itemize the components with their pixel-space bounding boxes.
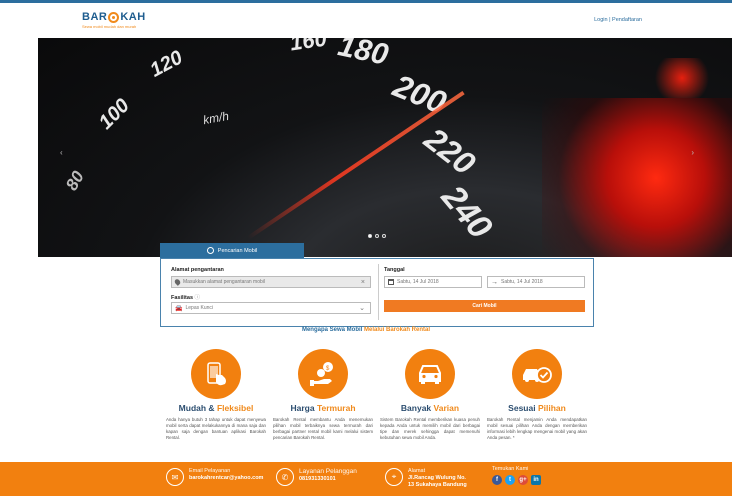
address-label: Alamat pengantaran [171,267,224,273]
mail-icon: ✉ [166,468,184,486]
phone-icon: ✆ [276,468,294,486]
phone-link[interactable]: 081931330101 [299,476,357,482]
feature-card: Banyak Varian Sistem Barokah Rental memb… [380,349,480,441]
google-plus-icon[interactable]: g+ [518,475,528,485]
facility-label: Fasilitas ⓘ [171,295,201,301]
hero-carousel: 80 100 120 160 180 200 220 240 km/h ‹ › [38,38,732,257]
chevron-down-icon: ⌄ [359,305,365,312]
car-front-icon [405,349,455,399]
dial-label: 160 [288,38,329,56]
feature-description: Sistem Barokah Rental memberikan kuasa p… [380,417,480,440]
date-from-input[interactable]: Sabtu, 14 Jul 2018 [384,276,482,288]
date-to-value: Sabtu, 14 Jul 2018 [501,279,543,285]
footer-phone: ✆ Layanan Pelanggan 081931330101 [276,468,357,486]
calendar-icon [388,279,394,285]
email-link[interactable]: barokahrentcar@yahoo.com [189,475,263,481]
feature-description: Barokah Rental menjamin Anda mendapatkan… [487,417,587,440]
dial-label: 100 [94,94,134,134]
car-icon: 🚘 [175,305,183,312]
twitter-icon[interactable]: t [505,475,515,485]
footer-social: Temukan Kami f t g+ in [492,466,541,485]
feature-card: Sesuai Pilihan Barokah Rental menjamin A… [487,349,587,441]
dial-label: 220 [417,120,483,182]
brand-name-right: KAH [120,11,146,23]
location-icon: ⌖ [385,468,403,486]
arrow-right-icon: → [491,278,498,286]
brand-logo[interactable]: BAR KAH Sewa mobil mudah dan murah [82,11,146,29]
feature-card: Mudah & Fleksibel Anda hanya butuh 3 tah… [166,349,266,441]
dial-label: 200 [388,67,452,121]
brand-name-left: BAR [82,11,108,23]
address-placeholder: Masukkan alamat pengantaran mobil [183,279,265,285]
steering-wheel-icon [206,247,214,254]
facility-value: Lepas Kunci [185,305,214,311]
clear-icon[interactable]: × [361,279,365,286]
footer-email: ✉ Email Pelayanan barokahrentcar@yahoo.c… [166,468,263,486]
carousel-prev-icon[interactable]: ‹ [60,148,63,157]
info-icon: ⓘ [194,295,201,301]
date-from-value: Sabtu, 14 Jul 2018 [397,279,439,285]
car-check-icon [512,349,562,399]
carousel-indicators [368,234,386,238]
speedometer-needle [246,90,465,240]
carousel-dot[interactable] [368,234,372,238]
dial-label: 80 [62,167,88,194]
search-car-button[interactable]: Cari Mobil [384,300,585,312]
linkedin-icon[interactable]: in [531,475,541,485]
dial-label: 120 [146,46,187,82]
brand-o-icon [108,11,120,23]
top-navbar: BAR KAH Sewa mobil mudah dan murah Login… [0,0,732,38]
feature-description: Barokah Rental membantu Anda menemukan p… [273,417,373,440]
dial-label: 180 [335,38,392,72]
carousel-next-icon[interactable]: › [691,148,694,157]
feature-card: $ Harga Termurah Barokah Rental membantu… [273,349,373,441]
carousel-dot[interactable] [375,234,379,238]
feature-description: Anda hanya butuh 3 tahap untuk dapat men… [166,417,266,440]
search-panel: Alamat pengantaran Masukkan alamat penga… [160,258,594,327]
search-tab[interactable]: Pencarian Mobil [160,243,304,258]
search-tab-label: Pencarian Mobil [217,247,258,254]
facebook-icon[interactable]: f [492,475,502,485]
footer-address: ⌖ Alamat Jl.Rancag Wulung No. 13 Sukahay… [385,468,467,488]
dial-label: 240 [433,178,500,247]
address-input[interactable]: Masukkan alamat pengantaran mobil × [171,276,371,288]
facility-select[interactable]: 🚘 Lepas Kunci ⌄ [171,302,371,314]
why-heading: Mengapa Sewa Mobil Melalui Barokah Renta… [301,327,431,333]
money-hand-icon: $ [298,349,348,399]
date-label: Tanggal [384,267,405,273]
location-pin-icon [173,278,182,286]
login-link[interactable]: Login | Pendaftaran [594,17,642,23]
footer: ✉ Email Pelayanan barokahrentcar@yahoo.c… [0,462,732,496]
brand-tagline: Sewa mobil mudah dan murah [82,24,137,29]
date-to-input[interactable]: → Sabtu, 14 Jul 2018 [487,276,585,288]
phone-touch-icon [191,349,241,399]
speed-unit-label: km/h [201,108,231,128]
carousel-dot[interactable] [382,234,386,238]
